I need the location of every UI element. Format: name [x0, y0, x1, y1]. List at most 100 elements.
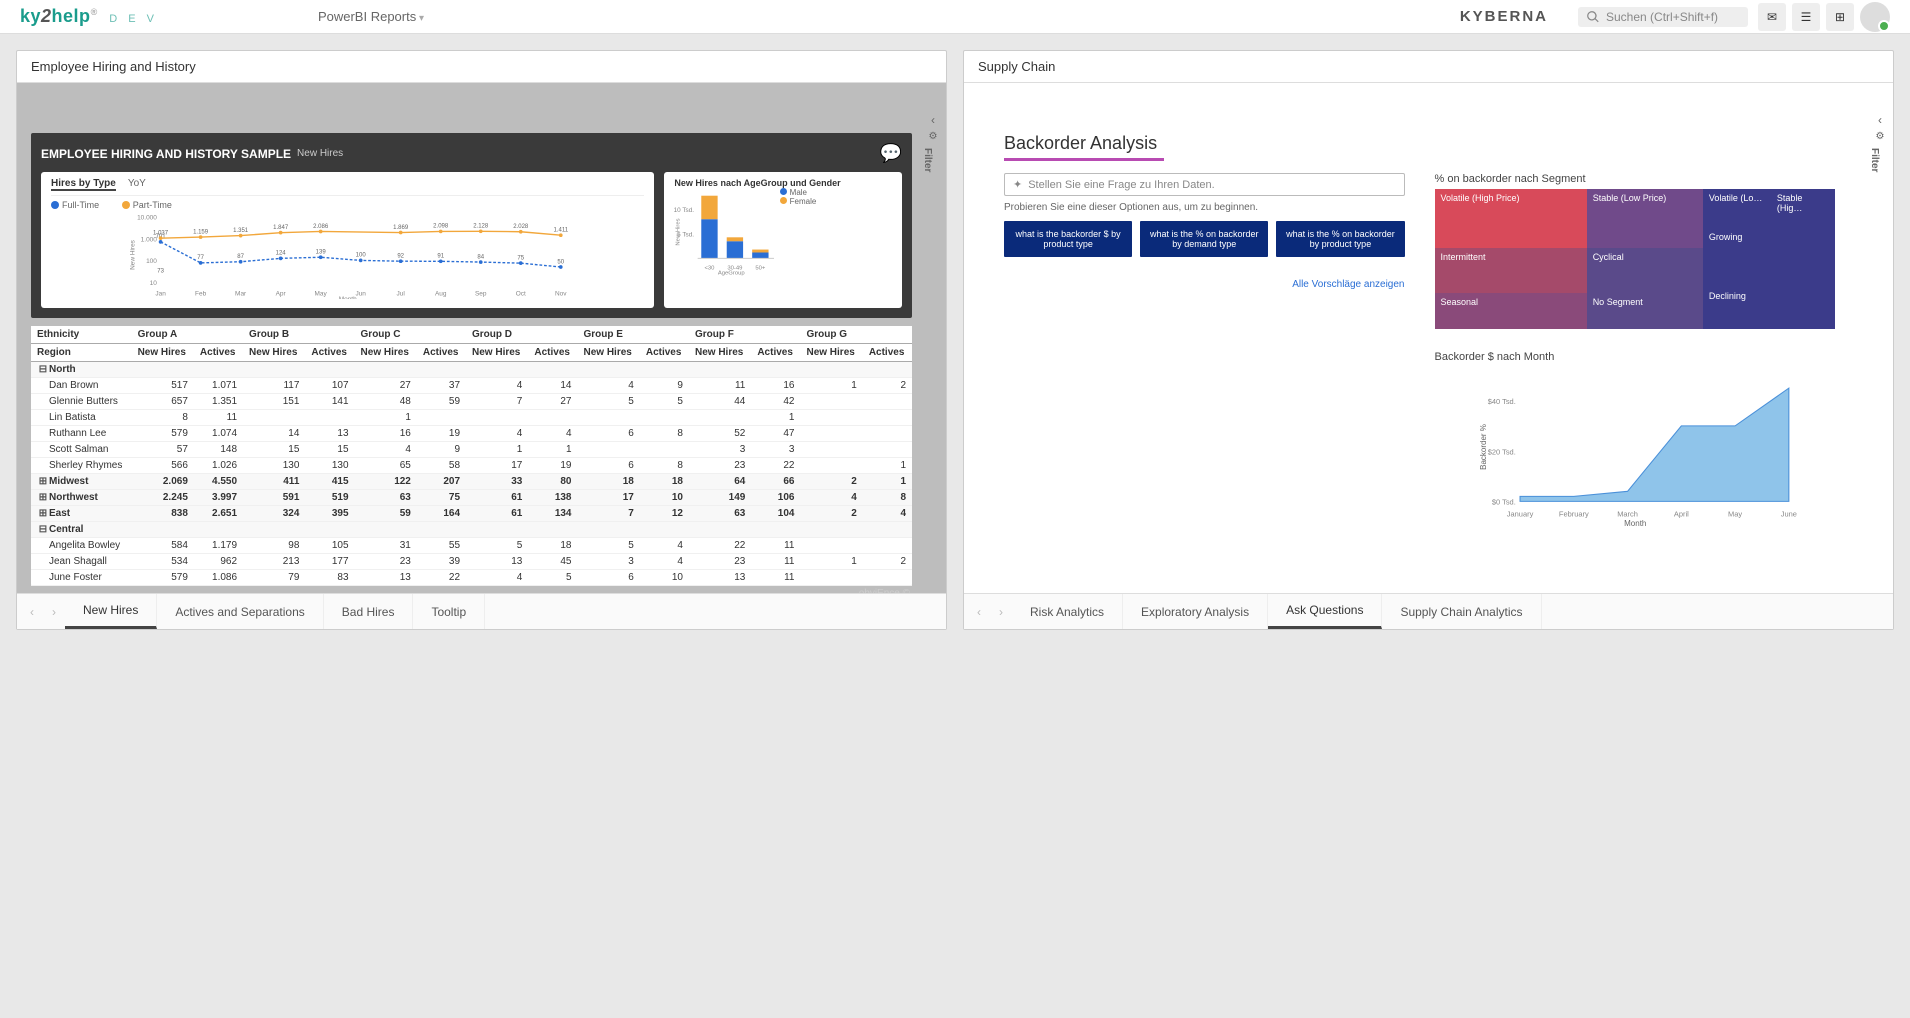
tab-actives-separations[interactable]: Actives and Separations — [157, 594, 323, 629]
svg-text:Oct: Oct — [516, 290, 526, 297]
tab-bad-hires[interactable]: Bad Hires — [324, 594, 414, 629]
tab-tooltip[interactable]: Tooltip — [413, 594, 485, 629]
tab-yoy[interactable]: YoY — [128, 178, 146, 191]
treemap-cell[interactable]: Volatile (High Price) — [1435, 189, 1587, 248]
treemap-cell[interactable]: Cyclical — [1587, 248, 1703, 293]
tab-hires-by-type[interactable]: Hires by Type — [51, 178, 116, 191]
svg-text:Month: Month — [339, 296, 357, 299]
svg-text:May: May — [1728, 509, 1742, 518]
svg-text:Nov: Nov — [555, 290, 567, 297]
tab-prev-icon[interactable]: ‹ — [968, 605, 990, 619]
svg-text:2.086: 2.086 — [313, 224, 329, 230]
qa-button-2[interactable]: what is the % on backorder by demand typ… — [1140, 221, 1268, 257]
mail-icon[interactable]: ✉ — [1758, 3, 1786, 31]
tab-risk[interactable]: Risk Analytics — [1012, 594, 1123, 629]
qa-all-link[interactable]: Alle Vorschläge anzeigen — [1004, 279, 1405, 290]
search-icon — [1586, 10, 1600, 24]
panel-title-right: Supply Chain — [964, 51, 1893, 83]
env-badge: D E V — [109, 13, 158, 25]
svg-text:1.847: 1.847 — [273, 225, 289, 231]
svg-text:April: April — [1673, 509, 1688, 518]
svg-text:50: 50 — [557, 259, 564, 265]
employee-table-wrap: EthnicityGroup AGroup BGroup CGroup DGro… — [31, 326, 912, 586]
svg-text:92: 92 — [397, 253, 404, 259]
legend-fulltime: Full-Time — [62, 200, 99, 210]
svg-text:Feb: Feb — [195, 290, 207, 297]
topbar: ky2help® D E V PowerBI Reports KYBERNA S… — [0, 0, 1910, 34]
svg-text:1.159: 1.159 — [193, 229, 209, 235]
qa-button-3[interactable]: what is the % on backorder by product ty… — [1276, 221, 1404, 257]
list-icon[interactable]: ☰ — [1792, 3, 1820, 31]
svg-text:New Hires: New Hires — [130, 240, 137, 270]
area-chart: JanuaryFebruaryMarchAprilMayJuneMonth$0 … — [1435, 367, 1836, 527]
line-chart: 101001.00010.000New HiresJanFebMarAprMay… — [51, 211, 644, 299]
svg-text:10 Tsd.: 10 Tsd. — [674, 207, 694, 214]
svg-text:50+: 50+ — [756, 265, 767, 271]
topbar-icons: ✉ ☰ ⊞ — [1758, 2, 1890, 32]
filter-settings-icon: ⚙ — [922, 131, 944, 142]
avatar[interactable] — [1860, 2, 1890, 32]
treemap-cell[interactable]: Stable (Hig… — [1771, 189, 1835, 228]
svg-text:Jun: Jun — [355, 290, 366, 297]
chevron-left-icon: ‹ — [922, 113, 944, 127]
sparkle-icon: ✦ — [1013, 178, 1022, 191]
filter-rail-left[interactable]: ‹ ⚙ Filter — [922, 113, 944, 172]
treemap-cell[interactable]: No Segment — [1587, 293, 1703, 329]
tab-ask-questions[interactable]: Ask Questions — [1268, 594, 1382, 629]
svg-text:100: 100 — [356, 253, 367, 259]
bar-chart-title: New Hires nach AgeGroup und Gender — [674, 178, 892, 188]
tab-sc-analytics[interactable]: Supply Chain Analytics — [1382, 594, 1541, 629]
legend-female: Female — [790, 197, 817, 206]
svg-text:Apr: Apr — [276, 290, 287, 297]
svg-text:March: March — [1617, 509, 1638, 518]
supply-chain-body: Backorder Analysis ✦ Stellen Sie eine Fr… — [964, 83, 1893, 593]
panel-supply-chain: Supply Chain ‹ ⚙ Filter Backorder Analys… — [963, 50, 1894, 630]
dashboard-icon[interactable]: ⊞ — [1826, 3, 1854, 31]
qa-subtitle: Probieren Sie eine dieser Optionen aus, … — [1004, 202, 1405, 213]
qa-buttons: what is the backorder $ by product type … — [1004, 221, 1405, 257]
svg-text:87: 87 — [237, 254, 244, 260]
bar-legend: Male Female — [780, 188, 826, 276]
treemap-cell[interactable]: Growing — [1703, 228, 1835, 287]
legend-parttime: Part-Time — [133, 200, 172, 210]
treemap-cell[interactable]: Declining — [1703, 287, 1835, 329]
legend-male: Male — [790, 188, 807, 197]
svg-text:$20 Tsd.: $20 Tsd. — [1487, 447, 1515, 456]
tab-next-icon[interactable]: › — [43, 605, 65, 619]
svg-text:AgeGroup: AgeGroup — [718, 271, 746, 276]
treemap-cell[interactable]: Seasonal — [1435, 293, 1587, 329]
qa-input[interactable]: ✦ Stellen Sie eine Frage zu Ihren Daten. — [1004, 173, 1405, 196]
svg-text:73: 73 — [157, 269, 164, 275]
svg-text:1.869: 1.869 — [393, 225, 409, 231]
panel-employee: Employee Hiring and History ‹ ⚙ Filter E… — [16, 50, 947, 630]
qa-placeholder: Stellen Sie eine Frage zu Ihren Daten. — [1028, 179, 1215, 191]
svg-text:139: 139 — [316, 250, 327, 256]
svg-text:84: 84 — [477, 254, 484, 260]
treemap[interactable]: Volatile (High Price)Stable (Low Price)V… — [1435, 189, 1836, 329]
tab-exploratory[interactable]: Exploratory Analysis — [1123, 594, 1268, 629]
svg-text:February: February — [1558, 509, 1588, 518]
svg-text:2.028: 2.028 — [513, 224, 529, 230]
treemap-cell[interactable]: Intermittent — [1435, 248, 1587, 293]
svg-text:Sep: Sep — [475, 290, 487, 297]
svg-text:May: May — [315, 290, 328, 297]
panel-title-left: Employee Hiring and History — [17, 51, 946, 83]
qa-button-1[interactable]: what is the backorder $ by product type — [1004, 221, 1132, 257]
panel-body-left: ‹ ⚙ Filter EMPLOYEE HIRING AND HISTORY S… — [17, 83, 946, 593]
treemap-section: % on backorder nach Segment Volatile (Hi… — [1435, 173, 1836, 530]
tab-new-hires[interactable]: New Hires — [65, 594, 157, 629]
svg-text:75: 75 — [517, 255, 524, 261]
treemap-title: % on backorder nach Segment — [1435, 173, 1836, 185]
tab-next-icon[interactable]: › — [990, 605, 1012, 619]
line-chart-tabs: Hires by Type YoY — [51, 178, 644, 196]
search-input[interactable]: Suchen (Ctrl+Shift+f) — [1578, 7, 1748, 27]
treemap-cell[interactable]: Stable (Low Price) — [1587, 189, 1703, 248]
treemap-cell[interactable]: Volatile (Lo… — [1703, 189, 1771, 228]
employee-table[interactable]: EthnicityGroup AGroup BGroup CGroup DGro… — [31, 326, 912, 586]
svg-text:2.098: 2.098 — [433, 224, 449, 230]
chat-icon[interactable]: 💬 — [880, 143, 902, 164]
breadcrumb-reports[interactable]: PowerBI Reports — [318, 9, 424, 24]
report-title-text: EMPLOYEE HIRING AND HISTORY SAMPLE — [41, 147, 291, 161]
area-title: Backorder $ nach Month — [1435, 351, 1836, 363]
tab-prev-icon[interactable]: ‹ — [21, 605, 43, 619]
